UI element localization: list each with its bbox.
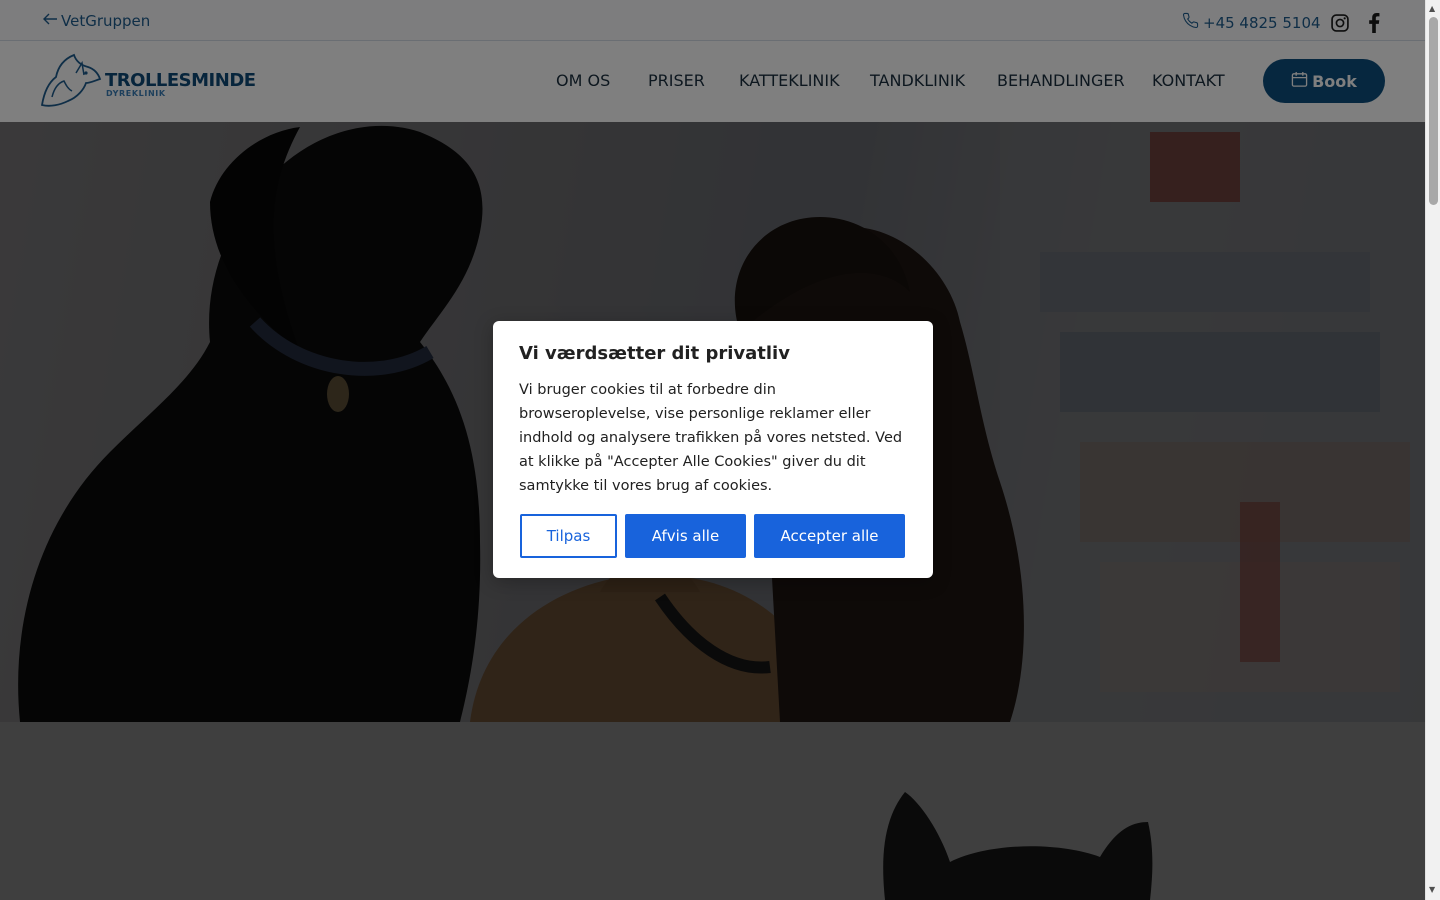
page-scrollbar[interactable]: ▲ ▼ (1425, 0, 1440, 900)
cookie-button-row: Tilpas Afvis alle Accepter alle (520, 514, 905, 558)
cookie-title: Vi værdsætter dit privatliv (519, 343, 790, 364)
cookie-customize-button[interactable]: Tilpas (520, 514, 617, 558)
cookie-reject-all-button[interactable]: Afvis alle (625, 514, 746, 558)
scroll-down-arrow-icon[interactable]: ▼ (1429, 885, 1435, 894)
cookie-consent-dialog: Vi værdsætter dit privatliv Vi bruger co… (493, 321, 933, 578)
cookie-description: Vi bruger cookies til at forbedre din br… (519, 382, 903, 494)
scrollbar-thumb[interactable] (1429, 17, 1438, 205)
scroll-up-arrow-icon[interactable]: ▲ (1429, 4, 1435, 13)
cookie-accept-all-button[interactable]: Accepter alle (754, 514, 905, 558)
